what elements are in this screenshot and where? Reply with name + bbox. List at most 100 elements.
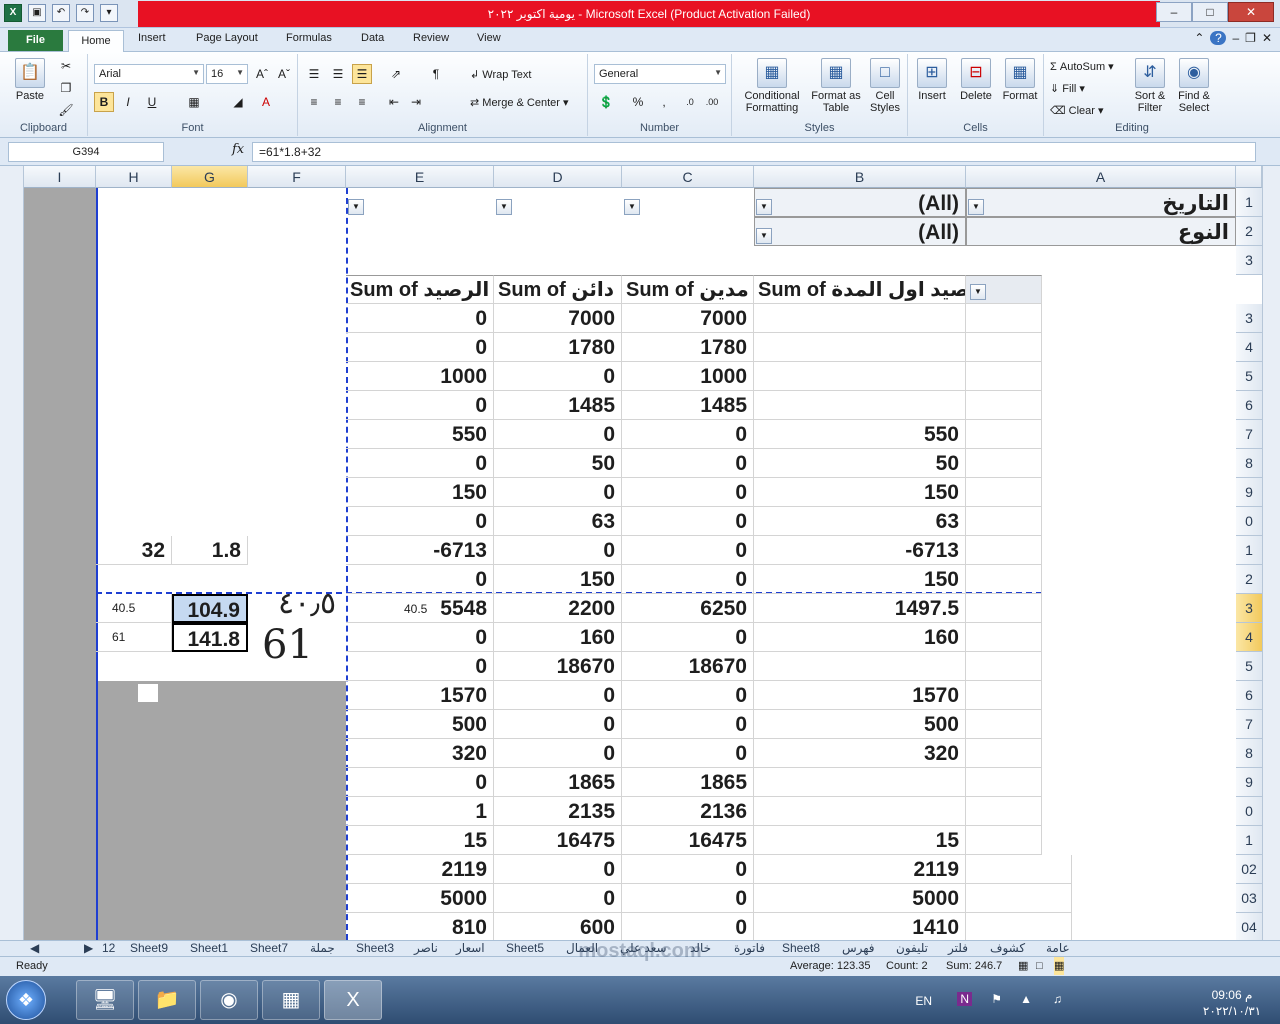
pivot-cell[interactable]: 0 (494, 710, 622, 739)
pivot-cell[interactable]: 500 (754, 710, 966, 739)
pivot-row-label[interactable] (966, 594, 1042, 623)
filter-dropdown-c[interactable]: ▼ (624, 199, 640, 215)
pivot-cell[interactable] (754, 768, 966, 797)
pivot-cell[interactable]: 0 (622, 855, 754, 884)
filter-type-value[interactable]: (All) (754, 217, 966, 246)
pivot-cell[interactable]: 0 (494, 739, 622, 768)
align-center-icon[interactable]: ≡ (328, 92, 348, 112)
pivot-row-label[interactable] (966, 449, 1042, 478)
sheet-tab[interactable]: Sheet1 (190, 941, 228, 956)
pivot-cell[interactable]: 0 (622, 884, 754, 913)
sheet-tab[interactable]: كشوف (990, 941, 1025, 956)
tab-data[interactable]: Data (361, 32, 384, 44)
pivot-cell[interactable]: 150 (494, 565, 622, 594)
font-color-icon[interactable]: A (256, 92, 276, 112)
pivot-row-label[interactable] (966, 536, 1042, 565)
pivot-cell[interactable]: 0 (622, 913, 754, 940)
pivot-cell[interactable] (754, 304, 966, 333)
bold-button[interactable]: B (94, 92, 114, 112)
pivot-cell[interactable]: 150 (346, 478, 494, 507)
row-header[interactable]: 3 (1236, 594, 1262, 623)
filter-dropdown-d[interactable]: ▼ (496, 199, 512, 215)
minimize-ribbon-icon[interactable]: ⌃ (1194, 31, 1204, 45)
column-header-f[interactable]: F (248, 166, 346, 188)
sheet-tab[interactable]: عامة (1046, 941, 1070, 956)
pivot-cell[interactable]: 1780 (622, 333, 754, 362)
pivot-cell[interactable]: 1570 (754, 681, 966, 710)
taskbar-excel-icon[interactable]: X (324, 980, 382, 1020)
cell-g13[interactable]: 104.9 (172, 594, 248, 623)
pivot-cell[interactable]: 7000 (622, 304, 754, 333)
pivot-cell[interactable]: 0 (622, 710, 754, 739)
pivot-row-label[interactable] (966, 768, 1042, 797)
pivot-row-label[interactable] (966, 420, 1042, 449)
row-label-dropdown-icon[interactable]: ▼ (970, 284, 986, 300)
tab-file[interactable]: File (8, 30, 63, 51)
align-left-icon[interactable]: ≡ (304, 92, 324, 112)
pivot-cell[interactable] (754, 652, 966, 681)
row-header[interactable]: 1 (1236, 188, 1262, 217)
row-header[interactable]: 3 (1236, 304, 1262, 333)
pivot-cell[interactable]: 2119 (346, 855, 494, 884)
pivot-header-balance[interactable]: Sum of الرصيد (346, 275, 494, 304)
pivot-cell[interactable]: 18670 (622, 652, 754, 681)
pivot-cell[interactable]: 15 (346, 826, 494, 855)
borders-icon[interactable]: ▦ (184, 92, 204, 112)
pivot-cell[interactable]: 550 (754, 420, 966, 449)
pivot-cell[interactable]: 0 (494, 884, 622, 913)
pivot-row-label[interactable] (966, 304, 1042, 333)
column-header-d[interactable]: D (494, 166, 622, 188)
row-header[interactable]: 4 (1236, 623, 1262, 652)
tray-flag-icon[interactable]: ⚑ (991, 992, 1002, 1006)
pivot-cell[interactable]: 0 (494, 420, 622, 449)
name-box[interactable]: G394 (8, 142, 164, 162)
doc-minimize-icon[interactable]: – (1232, 31, 1239, 45)
row-header[interactable]: 8 (1236, 449, 1262, 478)
pivot-cell[interactable]: -6713 (346, 536, 494, 565)
row-header[interactable]: 4 (1236, 333, 1262, 362)
tab-home[interactable]: Home (68, 30, 124, 53)
pivot-cell[interactable]: 63 (754, 507, 966, 536)
tab-insert[interactable]: Insert (138, 32, 166, 44)
pivot-cell[interactable]: 550 (346, 420, 494, 449)
row-header[interactable]: 5 (1236, 362, 1262, 391)
vertical-scrollbar[interactable] (0, 166, 24, 940)
pivot-cell[interactable]: 6250 (622, 594, 754, 623)
pivot-cell[interactable]: 0 (494, 855, 622, 884)
sheet-tab[interactable]: Sheet8 (782, 941, 820, 956)
pivot-cell[interactable]: 0 (622, 739, 754, 768)
pivot-cell[interactable]: 18670 (494, 652, 622, 681)
pivot-cell[interactable]: 1000 (622, 362, 754, 391)
row-header[interactable]: 6 (1236, 681, 1262, 710)
pivot-cell[interactable]: 1485 (494, 391, 622, 420)
pivot-row-label[interactable] (966, 710, 1042, 739)
pivot-row-label[interactable] (966, 507, 1042, 536)
row-header[interactable]: 2 (1236, 565, 1262, 594)
language-indicator[interactable]: EN (915, 994, 932, 1008)
insert-cells-button[interactable]: ⊞ Insert (910, 58, 954, 102)
merge-center-button[interactable]: ⇄ Merge & Center ▾ (470, 96, 569, 109)
save-icon[interactable]: ▣ (28, 4, 46, 22)
pivot-row-label[interactable] (966, 681, 1042, 710)
pivot-cell[interactable]: 320 (346, 739, 494, 768)
column-header-b[interactable]: B (754, 166, 966, 188)
tab-page-layout[interactable]: Page Layout (196, 32, 258, 44)
row-header[interactable]: 0 (1236, 507, 1262, 536)
accounting-format-icon[interactable]: 💲 (596, 92, 616, 112)
sheet-tab[interactable]: ناصر (414, 941, 438, 956)
pivot-row-label[interactable] (966, 333, 1042, 362)
pivot-row-label[interactable] (966, 797, 1042, 826)
autosum-button[interactable]: Σ AutoSum ▾ (1050, 60, 1114, 73)
pivot-cell[interactable]: 810 (346, 913, 494, 940)
sheet-tab[interactable]: Sheet3 (356, 941, 394, 956)
pivot-cell[interactable]: 1485 (622, 391, 754, 420)
pivot-cell[interactable]: 1570 (346, 681, 494, 710)
pivot-cell[interactable]: 0 (494, 362, 622, 391)
delete-cells-button[interactable]: ⊟ Delete (954, 58, 998, 102)
pivot-cell[interactable]: 0 (346, 565, 494, 594)
sheet-tab[interactable]: اسعار (456, 941, 485, 956)
font-size-select[interactable]: 16 ▼ (206, 64, 248, 84)
clear-button[interactable]: ⌫ Clear ▾ (1050, 104, 1104, 117)
tray-volume-icon[interactable]: ♫ (1053, 992, 1062, 1006)
format-as-table-button[interactable]: ▦ Format as Table (808, 58, 864, 114)
